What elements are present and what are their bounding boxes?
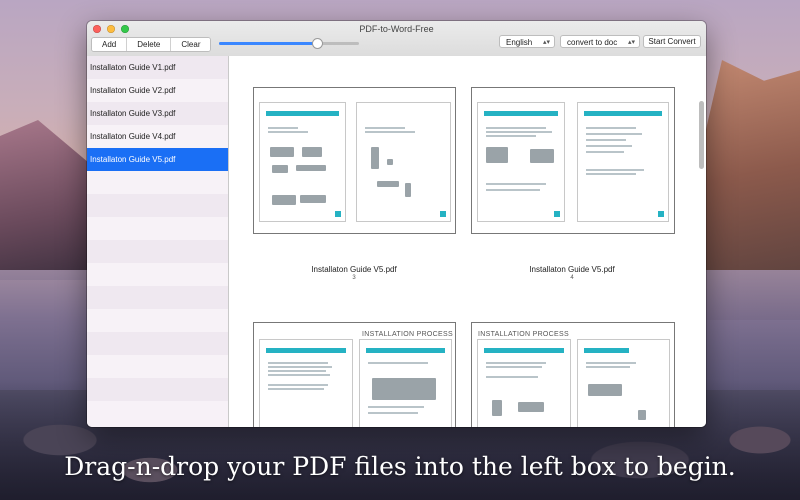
format-select[interactable]: convert to doc ▴▾ [560,35,640,48]
language-value: English [506,38,533,47]
page-sheet [356,102,451,222]
empty-row [87,378,228,401]
file-name: Installaton Guide V1.pdf [90,63,176,72]
page-thumbnail[interactable]: INSTALLATION PROCESS [253,322,456,427]
page-sheet [259,339,353,427]
page-heading: INSTALLATION PROCESS [478,331,569,338]
page-sheet [259,102,346,222]
add-button[interactable]: Add [92,38,128,51]
file-list-item[interactable]: Installaton Guide V2.pdf [87,79,228,102]
page-sheet [577,339,670,427]
zoom-slider-fill [219,42,317,45]
empty-row [87,355,228,378]
window-title: PDF-to-Word-Free [359,24,434,34]
language-select[interactable]: English ▴▾ [499,35,555,48]
page-label: Installaton Guide V5.pdf [529,265,615,274]
file-actions-group: Add Delete Clear [91,37,212,52]
page-number: 3 [352,275,356,281]
start-convert-button[interactable]: Start Convert [643,35,701,48]
empty-row [87,332,228,355]
empty-row [87,240,228,263]
page-preview-area[interactable]: Installaton Guide V5.pdf 3 Installaton G… [229,56,706,427]
file-name: Installaton Guide V2.pdf [90,86,176,95]
file-list-item[interactable]: Installaton Guide V1.pdf [87,56,228,79]
chevron-updown-icon: ▴▾ [542,39,550,46]
chevron-updown-icon: ▴▾ [627,39,635,46]
file-name: Installaton Guide V3.pdf [90,109,176,118]
empty-row [87,286,228,309]
vertical-scrollbar[interactable] [699,101,704,169]
file-list-item[interactable]: Installaton Guide V4.pdf [87,125,228,148]
page-sheet [477,102,565,222]
page-thumbnail[interactable] [253,87,456,234]
file-name: Installaton Guide V4.pdf [90,132,176,141]
empty-row [87,171,228,194]
page-sheet [477,339,571,427]
promo-caption: Drag-n-drop your PDF files into the left… [64,452,736,481]
file-name: Installaton Guide V5.pdf [90,155,176,164]
app-window: PDF-to-Word-Free Add Delete Clear Englis… [87,21,706,427]
zoom-slider-knob[interactable] [312,38,323,49]
file-list-item-selected[interactable]: Installaton Guide V5.pdf [87,148,228,171]
file-list-item[interactable]: Installaton Guide V3.pdf [87,102,228,125]
empty-row [87,309,228,332]
empty-row [87,194,228,217]
page-thumbnail[interactable]: INSTALLATION PROCESS [471,322,675,427]
clear-button[interactable]: Clear [171,38,211,51]
zoom-slider[interactable] [219,38,359,49]
page-sheet [577,102,669,222]
format-value: convert to doc [567,38,618,47]
delete-button[interactable]: Delete [127,38,172,51]
file-list[interactable]: Installaton Guide V1.pdf Installaton Gui… [87,56,229,427]
page-heading: INSTALLATION PROCESS [362,331,453,338]
page-thumbnail[interactable] [471,87,675,234]
desktop-cliff-left [0,120,95,280]
empty-row [87,263,228,286]
page-number: 4 [570,275,574,281]
empty-row [87,217,228,240]
page-sheet [359,339,452,427]
page-label: Installaton Guide V5.pdf [311,265,397,274]
